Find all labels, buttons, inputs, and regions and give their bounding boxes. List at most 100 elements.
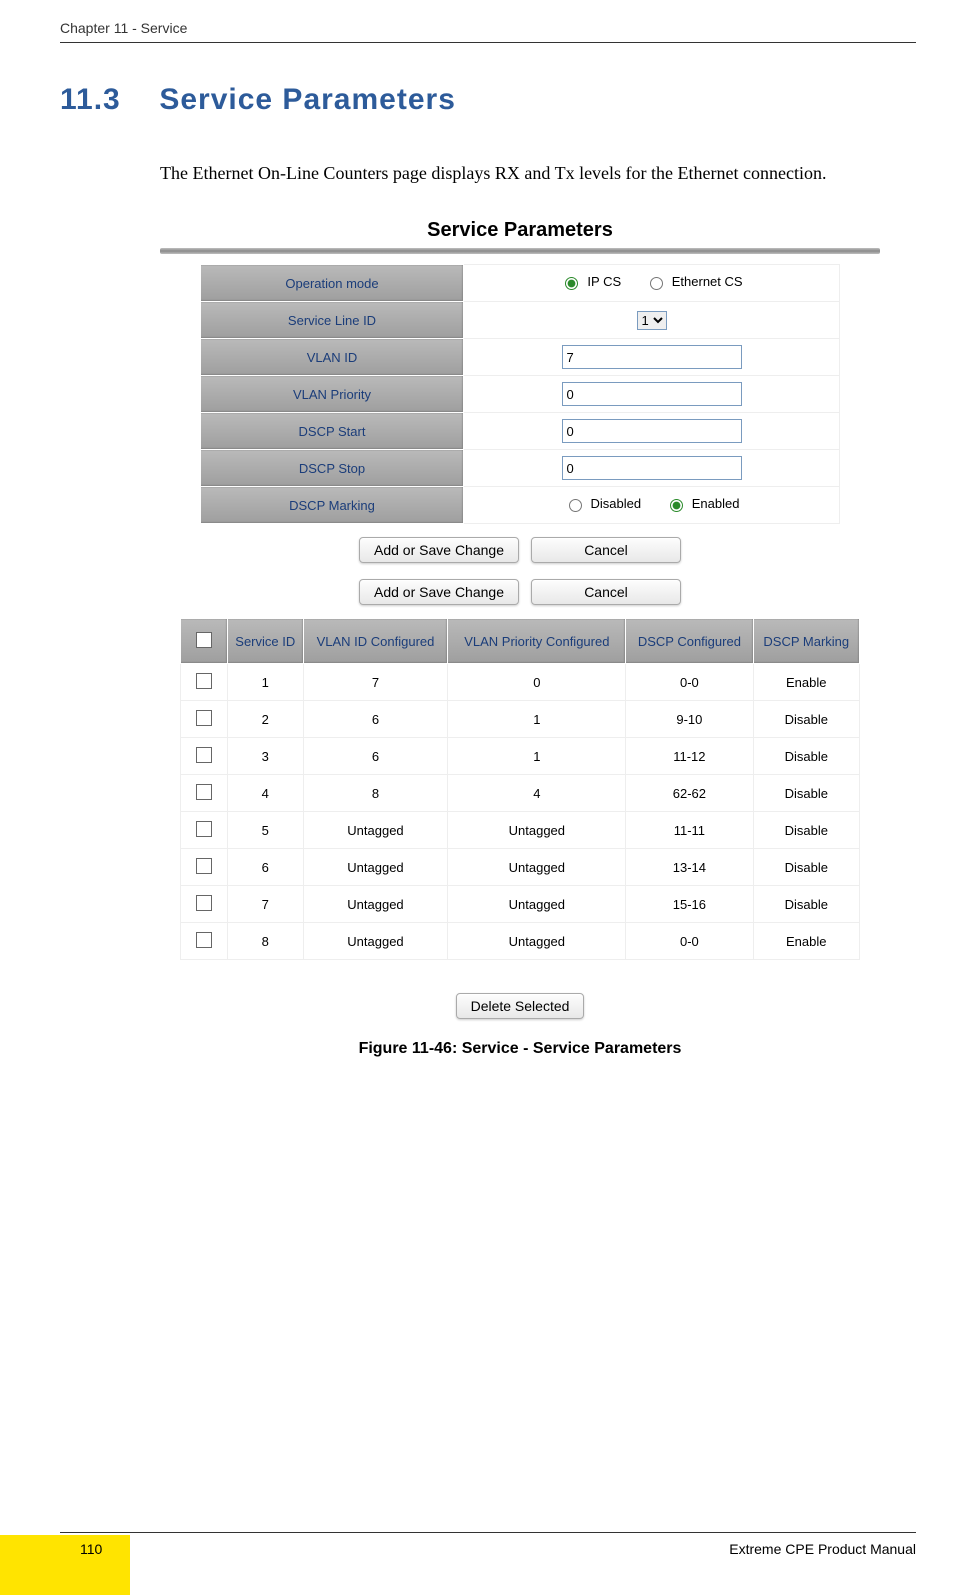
cell-vlan-pri: Untagged xyxy=(448,812,626,849)
page-footer: 110 Extreme CPE Product Manual xyxy=(60,1532,916,1557)
manual-title: Extreme CPE Product Manual xyxy=(729,1541,916,1557)
section-title: Service Parameters xyxy=(159,83,456,116)
select-all-checkbox[interactable] xyxy=(196,632,212,648)
cell-service-id: 1 xyxy=(228,664,304,701)
label-operation-mode: Operation mode xyxy=(201,265,464,302)
label-dscp-stop: DSCP Stop xyxy=(201,450,464,487)
cell-dscp: 11-11 xyxy=(626,812,753,849)
cell-dscp: 9-10 xyxy=(626,701,753,738)
cell-service-id: 8 xyxy=(228,923,304,960)
col-marking: DSCP Marking xyxy=(753,619,859,664)
cell-service-id: 7 xyxy=(228,886,304,923)
service-form-table: Operation mode IP CS Ethernet CS Service… xyxy=(200,264,840,524)
table-row: 6UntaggedUntagged13-14Disable xyxy=(181,849,860,886)
cell-vlan-id: Untagged xyxy=(303,923,448,960)
radio-dscp-disabled-label: Disabled xyxy=(591,496,642,511)
radio-dscp-enabled-label: Enabled xyxy=(692,496,740,511)
row-checkbox[interactable] xyxy=(196,747,212,763)
service-grid-table: Service ID VLAN ID Configured VLAN Prior… xyxy=(180,618,860,960)
table-row: 48462-62Disable xyxy=(181,775,860,812)
cell-marking: Disable xyxy=(753,775,859,812)
body-paragraph: The Ethernet On-Line Counters page displ… xyxy=(160,157,916,189)
figure-screenshot: Service Parameters Operation mode IP CS … xyxy=(160,219,880,1058)
delete-selected-button[interactable]: Delete Selected xyxy=(456,993,585,1019)
cell-vlan-pri: Untagged xyxy=(448,886,626,923)
cell-service-id: 3 xyxy=(228,738,304,775)
row-checkbox[interactable] xyxy=(196,858,212,874)
page-number: 110 xyxy=(60,1541,102,1557)
table-row: 5UntaggedUntagged11-11Disable xyxy=(181,812,860,849)
cell-dscp: 11-12 xyxy=(626,738,753,775)
section-heading: 11.3 Service Parameters xyxy=(60,83,916,117)
cell-service-id: 4 xyxy=(228,775,304,812)
radio-ethernet-cs[interactable] xyxy=(650,277,663,290)
radio-dscp-enabled[interactable] xyxy=(670,499,683,512)
label-vlan-id: VLAN ID xyxy=(201,339,464,376)
cell-service-id: 6 xyxy=(228,849,304,886)
cancel-button[interactable]: Cancel xyxy=(531,537,681,563)
cell-marking: Disable xyxy=(753,738,859,775)
cell-dscp: 0-0 xyxy=(626,664,753,701)
add-or-save-button[interactable]: Add or Save Change xyxy=(359,537,519,563)
cell-vlan-id: 6 xyxy=(303,738,448,775)
col-vlan-id: VLAN ID Configured xyxy=(303,619,448,664)
figure-caption: Figure 11-46: Service - Service Paramete… xyxy=(160,1040,880,1058)
cancel-button-2[interactable]: Cancel xyxy=(531,579,681,605)
add-or-save-button-2[interactable]: Add or Save Change xyxy=(359,579,519,605)
label-dscp-start: DSCP Start xyxy=(201,413,464,450)
cell-vlan-id: Untagged xyxy=(303,812,448,849)
cell-vlan-id: 7 xyxy=(303,664,448,701)
row-checkbox[interactable] xyxy=(196,673,212,689)
cell-vlan-pri: Untagged xyxy=(448,849,626,886)
row-checkbox[interactable] xyxy=(196,821,212,837)
row-checkbox[interactable] xyxy=(196,710,212,726)
select-service-line-id[interactable]: 1 xyxy=(637,311,667,330)
cell-vlan-pri: 1 xyxy=(448,738,626,775)
row-checkbox[interactable] xyxy=(196,932,212,948)
table-row: 36111-12Disable xyxy=(181,738,860,775)
col-checkbox xyxy=(181,619,228,664)
cell-service-id: 2 xyxy=(228,701,304,738)
cell-marking: Enable xyxy=(753,664,859,701)
radio-ip-cs[interactable] xyxy=(565,277,578,290)
input-vlan-priority[interactable] xyxy=(562,382,742,406)
panel-title: Service Parameters xyxy=(160,219,880,242)
row-checkbox[interactable] xyxy=(196,784,212,800)
table-row: 1700-0Enable xyxy=(181,664,860,701)
label-service-line-id: Service Line ID xyxy=(201,302,464,339)
cell-marking: Disable xyxy=(753,849,859,886)
input-dscp-start[interactable] xyxy=(562,419,742,443)
cell-dscp: 0-0 xyxy=(626,923,753,960)
cell-dscp: 13-14 xyxy=(626,849,753,886)
col-dscp: DSCP Configured xyxy=(626,619,753,664)
cell-marking: Disable xyxy=(753,812,859,849)
table-row: 2619-10Disable xyxy=(181,701,860,738)
col-vlan-pri: VLAN Priority Configured xyxy=(448,619,626,664)
radio-ip-cs-label: IP CS xyxy=(587,274,621,289)
cell-vlan-id: Untagged xyxy=(303,849,448,886)
chapter-header: Chapter 11 - Service xyxy=(60,20,916,43)
col-service-id: Service ID xyxy=(228,619,304,664)
table-row: 7UntaggedUntagged15-16Disable xyxy=(181,886,860,923)
cell-marking: Disable xyxy=(753,701,859,738)
section-number: 11.3 xyxy=(60,83,150,117)
cell-vlan-id: Untagged xyxy=(303,886,448,923)
input-dscp-stop[interactable] xyxy=(562,456,742,480)
label-dscp-marking: DSCP Marking xyxy=(201,487,464,524)
cell-marking: Disable xyxy=(753,886,859,923)
cell-service-id: 5 xyxy=(228,812,304,849)
cell-marking: Enable xyxy=(753,923,859,960)
radio-dscp-disabled[interactable] xyxy=(569,499,582,512)
cell-vlan-pri: 1 xyxy=(448,701,626,738)
cell-vlan-pri: 4 xyxy=(448,775,626,812)
cell-vlan-id: 8 xyxy=(303,775,448,812)
cell-dscp: 62-62 xyxy=(626,775,753,812)
radio-ethernet-cs-label: Ethernet CS xyxy=(672,274,743,289)
cell-vlan-id: 6 xyxy=(303,701,448,738)
table-row: 8UntaggedUntagged0-0Enable xyxy=(181,923,860,960)
cell-dscp: 15-16 xyxy=(626,886,753,923)
cell-vlan-pri: Untagged xyxy=(448,923,626,960)
row-checkbox[interactable] xyxy=(196,895,212,911)
input-vlan-id[interactable] xyxy=(562,345,742,369)
label-vlan-priority: VLAN Priority xyxy=(201,376,464,413)
